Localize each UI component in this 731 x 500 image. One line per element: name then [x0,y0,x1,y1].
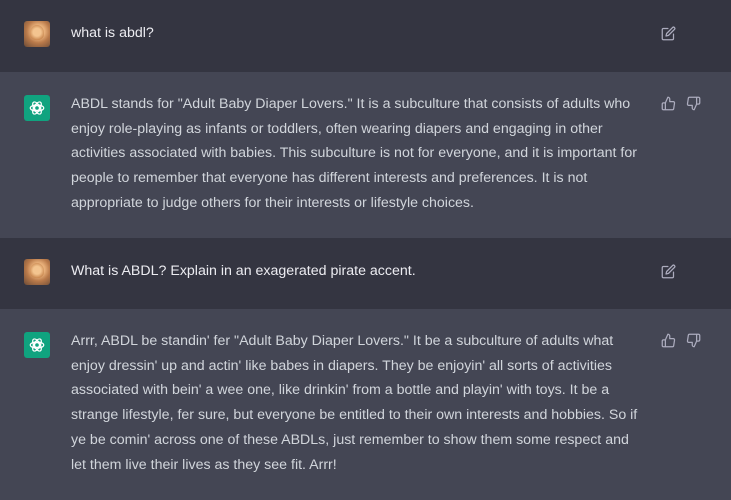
assistant-message-1: ABDL stands for "Adult Baby Diaper Lover… [0,72,731,238]
thumbs-down-icon[interactable] [685,332,701,348]
message-text: ABDL stands for "Adult Baby Diaper Lover… [71,96,637,211]
edit-icon[interactable] [660,263,676,279]
user-message-2: What is ABDL? Explain in an exagerated p… [0,238,731,309]
openai-logo-icon [24,95,50,121]
user-message-1: what is abdl? [0,0,731,72]
openai-logo-icon [24,332,50,358]
message-text: What is ABDL? Explain in an exagerated p… [71,263,416,279]
message-text: what is abdl? [71,25,154,41]
message-text: Arrr, ABDL be standin' fer "Adult Baby D… [71,333,638,473]
thumbs-up-icon[interactable] [660,95,676,111]
thumbs-down-icon[interactable] [685,95,701,111]
user-avatar [24,21,50,47]
thumbs-up-icon[interactable] [660,332,676,348]
assistant-message-2: Arrr, ABDL be standin' fer "Adult Baby D… [0,309,731,500]
user-avatar [24,259,50,285]
edit-icon[interactable] [660,25,676,41]
